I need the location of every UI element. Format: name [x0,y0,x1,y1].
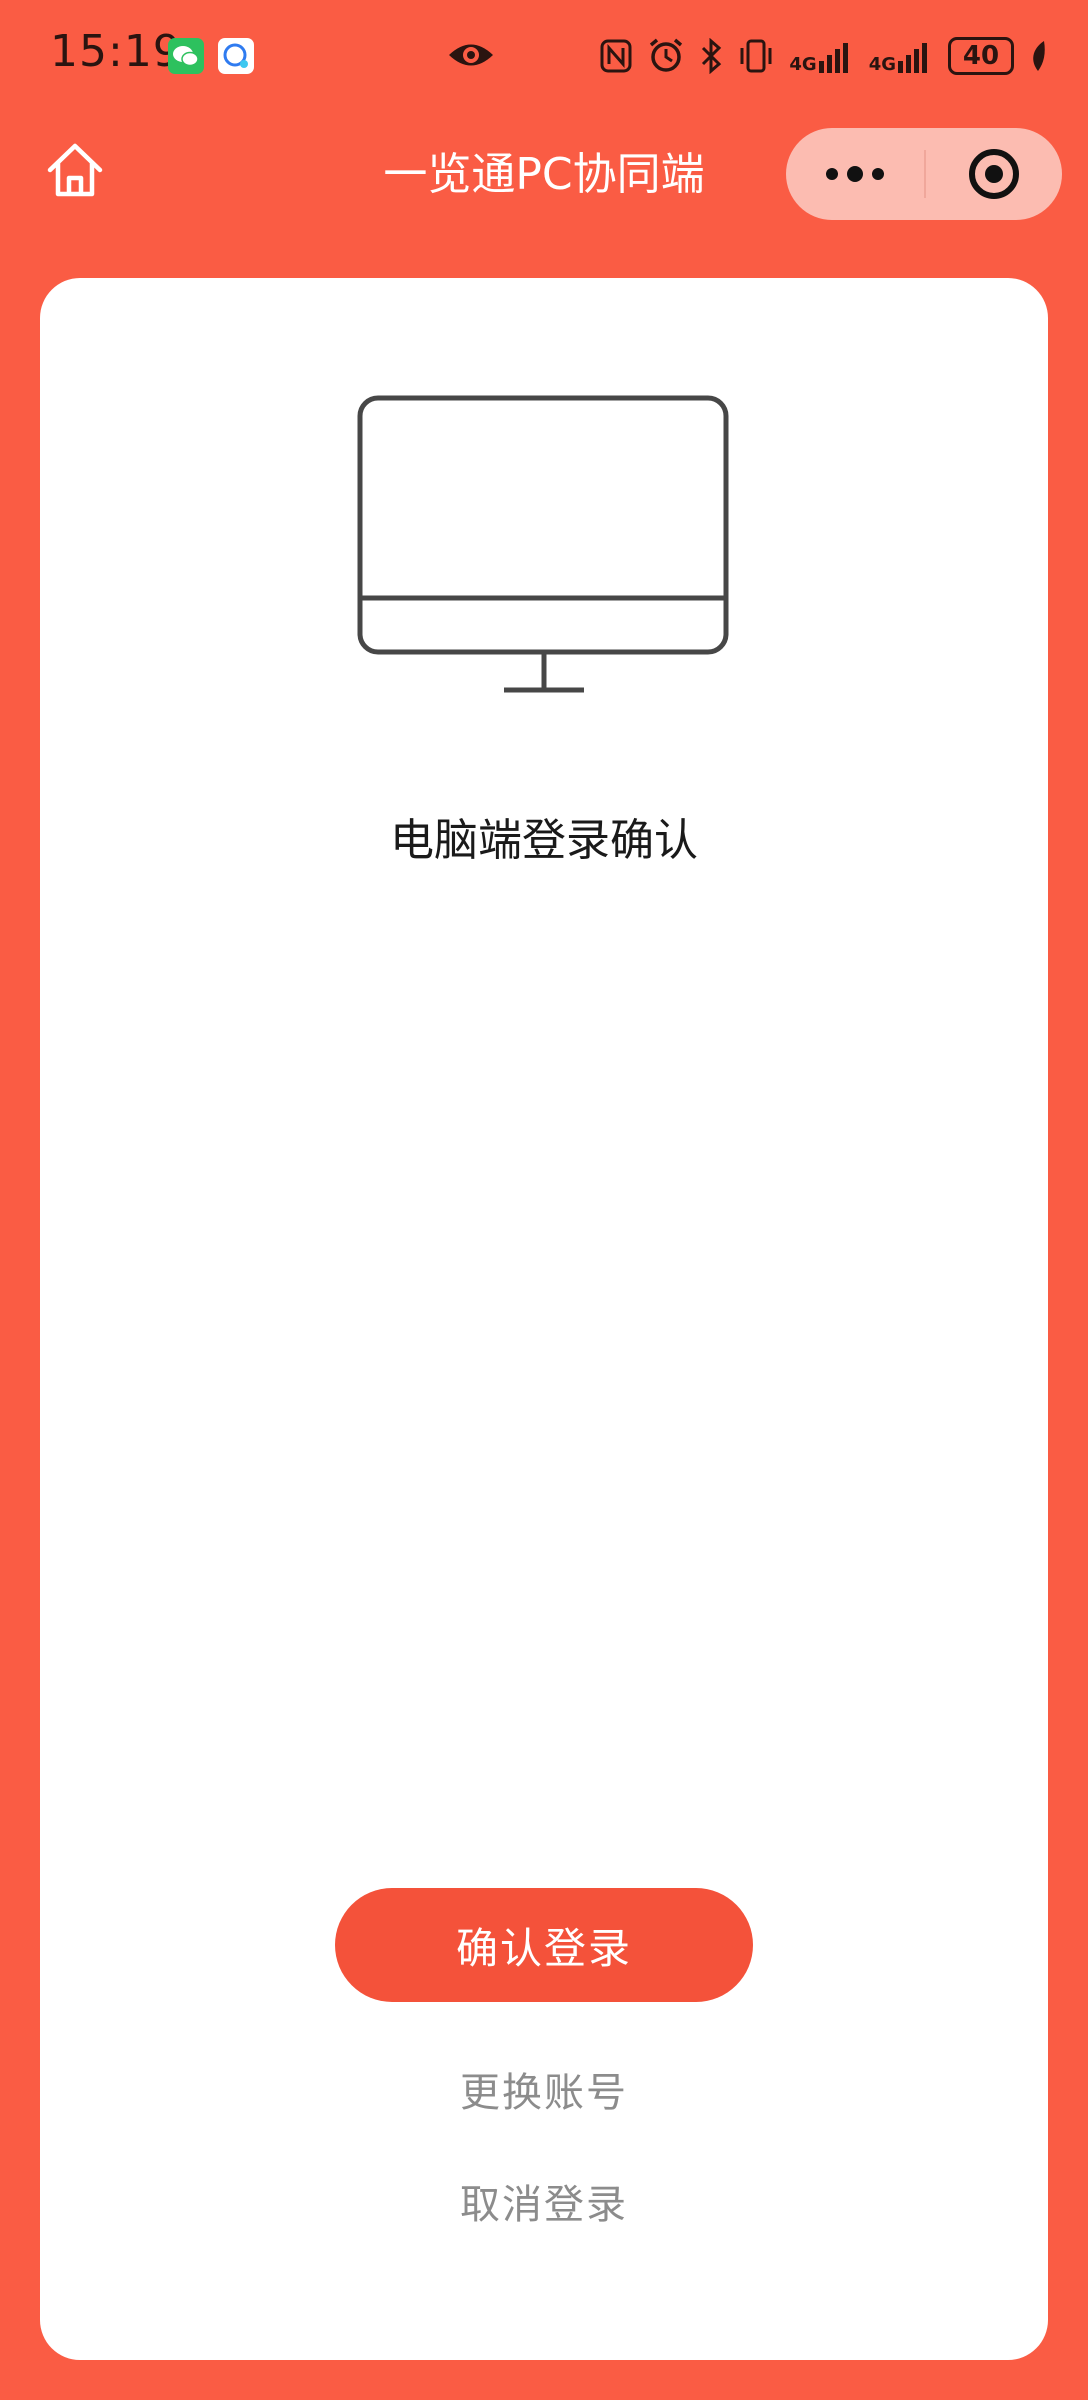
signal-1: 4G [789,39,854,75]
status-bar: 15:19 4G 4G 40 [0,0,1088,112]
status-icons: 4G 4G 40 [599,34,1048,78]
nav-bar: 一览通PC协同端 [0,112,1088,272]
switch-account-button[interactable]: 更换账号 [40,2060,1048,2118]
signal-bars-icon [818,43,848,73]
more-button[interactable] [786,128,924,220]
nfc-icon [600,39,632,73]
vibrate-icon [740,39,772,73]
status-time: 15:19 [50,26,182,77]
login-confirm-title: 电脑端登录确认 [390,815,698,866]
target-circle-icon [969,149,1019,199]
confirm-login-button[interactable]: 确认登录 [335,1888,753,2002]
close-mini-program-button[interactable] [926,128,1062,220]
message-notification-icon [218,38,254,74]
signal-bars-icon [898,43,927,73]
leaf-icon [1033,41,1045,71]
wechat-notification-icon [168,38,204,74]
more-dots-icon [826,166,884,182]
monitor-icon [356,394,732,704]
mini-program-capsule [786,128,1062,220]
cancel-login-button[interactable]: 取消登录 [40,2172,1048,2230]
network-type-label: 4G [789,54,817,75]
eye-icon [446,38,496,76]
login-confirm-card: 电脑端登录确认 确认登录 更换账号 取消登录 [40,278,1048,2360]
bluetooth-icon [702,38,722,74]
signal-2: 4G [868,39,934,75]
battery-level: 40 [962,41,1000,71]
alarm-icon [650,38,683,72]
battery-icon: 40 [948,37,1014,75]
network-type-label: 4G [868,54,896,75]
